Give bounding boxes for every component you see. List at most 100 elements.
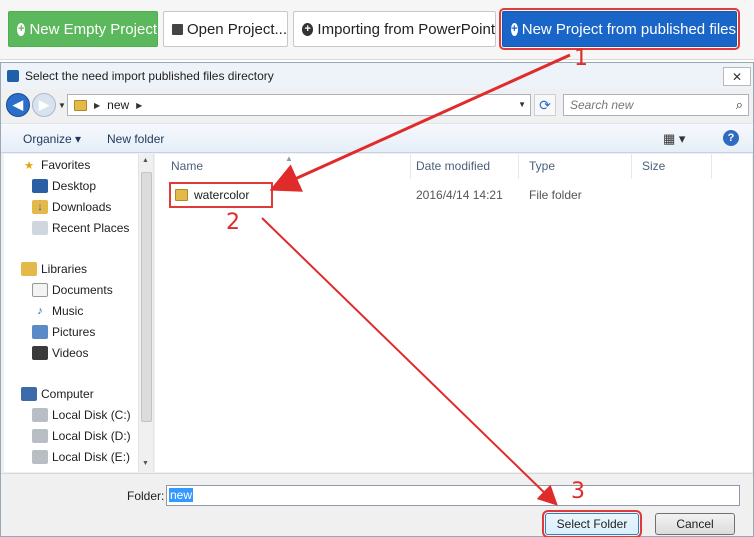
nav-favorites-label: Favorites xyxy=(41,158,91,172)
nav-favorites[interactable]: ★ Favorites xyxy=(21,155,90,175)
select-folder-button[interactable]: Select Folder xyxy=(542,510,642,537)
view-options-icon[interactable]: ▦ ▾ xyxy=(663,131,685,147)
plus-icon: + xyxy=(511,22,518,36)
new-folder-button[interactable]: New folder xyxy=(107,132,164,146)
nav-videos[interactable]: Videos xyxy=(32,343,88,363)
dialog-footer: Folder: new Select Folder Cancel xyxy=(1,473,753,537)
new-from-published-label: New Project from published files xyxy=(521,20,736,38)
nav-downloads-label: Downloads xyxy=(52,200,112,214)
file-date: 2016/4/14 14:21 xyxy=(416,188,503,202)
top-toolbar: + New Empty Project Open Project... + Im… xyxy=(0,0,754,60)
annotation-3: 3 xyxy=(571,479,585,504)
close-button[interactable]: ✕ xyxy=(723,67,751,86)
disk-icon xyxy=(32,408,48,422)
file-list: ▲ Name Date modified Type Size watercolo… xyxy=(155,154,752,472)
music-icon: ♪ xyxy=(37,305,43,317)
nav-music[interactable]: ♪ Music xyxy=(32,301,83,321)
nav-pictures[interactable]: Pictures xyxy=(32,322,95,342)
pictures-icon xyxy=(32,325,48,339)
annotation-1: 1 xyxy=(574,46,588,71)
chevron-right-icon[interactable]: ▶ xyxy=(136,101,142,110)
chevron-right-icon[interactable]: ▶ xyxy=(94,101,100,110)
select-folder-dialog: Select the need import published files d… xyxy=(0,62,754,537)
navigation-pane: ★ Favorites Desktop ↓ Downloads Recent P… xyxy=(4,154,154,472)
file-name-cell[interactable]: watercolor xyxy=(169,182,273,208)
back-button[interactable]: ◀ xyxy=(6,93,30,117)
videos-icon xyxy=(32,346,48,360)
search-input[interactable]: Search new ⌕ xyxy=(563,94,749,116)
dialog-titlebar: Select the need import published files d… xyxy=(1,63,753,89)
nav-videos-label: Videos xyxy=(52,346,89,360)
nav-music-label: Music xyxy=(52,304,84,318)
organize-label: Organize xyxy=(23,132,72,146)
forward-button[interactable]: ▶ xyxy=(32,93,56,117)
nav-disk-e-label: Local Disk (E:) xyxy=(52,450,131,464)
back-arrow-icon: ◀ xyxy=(13,97,23,112)
breadcrumb-new[interactable]: new xyxy=(107,98,129,112)
refresh-button[interactable]: ⟳ xyxy=(534,94,556,116)
column-date-modified[interactable]: Date modified xyxy=(406,154,519,179)
help-icon[interactable]: ? xyxy=(723,130,739,146)
open-project-button[interactable]: Open Project... xyxy=(163,11,288,47)
recent-places-icon xyxy=(32,221,48,235)
column-type[interactable]: Type xyxy=(519,154,632,179)
forward-arrow-icon: ▶ xyxy=(39,97,49,112)
column-size[interactable]: Size xyxy=(632,154,712,179)
nav-disk-e[interactable]: Local Disk (E:) xyxy=(32,447,130,467)
close-icon: ✕ xyxy=(731,69,743,84)
new-empty-project-button[interactable]: + New Empty Project xyxy=(8,11,158,47)
address-dropdown-icon[interactable]: ▼ xyxy=(518,100,526,109)
nav-recent-label: Recent Places xyxy=(52,221,130,235)
import-powerpoint-button[interactable]: + Importing from PowerPoint xyxy=(293,11,496,47)
search-icon: ⌕ xyxy=(735,97,743,112)
table-row[interactable]: watercolor 2016/4/14 14:21 File folder xyxy=(155,182,745,208)
dialog-title: Select the need import published files d… xyxy=(25,69,274,83)
nav-disk-d-label: Local Disk (D:) xyxy=(52,429,131,443)
computer-icon xyxy=(21,387,37,401)
scroll-down-icon[interactable]: ▼ xyxy=(142,460,149,467)
new-from-published-button[interactable]: + New Project from published files xyxy=(499,8,740,50)
address-row: ◀ ▶ ▼ ▶ new ▶ ▼ ⟳ Search new ⌕ xyxy=(1,92,753,118)
plus-icon: + xyxy=(302,22,314,36)
folder-input-value: new xyxy=(169,488,194,502)
desktop-icon xyxy=(32,179,48,193)
disk-icon xyxy=(32,450,48,464)
disk-icon xyxy=(32,429,48,443)
star-icon: ★ xyxy=(24,159,34,172)
nav-desktop-label: Desktop xyxy=(52,179,97,193)
nav-downloads[interactable]: ↓ Downloads xyxy=(32,197,111,217)
scroll-thumb[interactable] xyxy=(141,172,152,422)
plus-icon: + xyxy=(17,22,26,36)
search-placeholder: Search new xyxy=(570,98,634,112)
folder-label: Folder: xyxy=(127,489,165,503)
command-bar: Organize ▾ New folder ▦ ▾ ? xyxy=(1,123,753,153)
history-dropdown-icon[interactable]: ▼ xyxy=(58,101,66,110)
nav-disk-c-label: Local Disk (C:) xyxy=(52,408,131,422)
nav-computer[interactable]: Computer xyxy=(21,384,94,404)
folder-input[interactable]: new xyxy=(166,485,740,506)
nav-disk-c[interactable]: Local Disk (C:) xyxy=(32,405,131,425)
nav-scrollbar[interactable]: ▲ ▼ xyxy=(138,154,153,472)
downloads-icon: ↓ xyxy=(32,200,48,214)
nav-disk-d[interactable]: Local Disk (D:) xyxy=(32,426,131,446)
cancel-button[interactable]: Cancel xyxy=(655,513,735,535)
folder-icon xyxy=(175,189,188,201)
address-bar[interactable]: ▶ new ▶ ▼ xyxy=(67,94,531,116)
folder-icon xyxy=(74,99,87,111)
nav-documents-label: Documents xyxy=(52,283,113,297)
documents-icon xyxy=(32,283,48,297)
scroll-up-icon[interactable]: ▲ xyxy=(142,157,149,164)
libraries-icon xyxy=(21,262,37,276)
import-powerpoint-label: Importing from PowerPoint xyxy=(317,20,495,38)
nav-recent[interactable]: Recent Places xyxy=(32,218,129,238)
nav-libraries[interactable]: Libraries xyxy=(21,259,87,279)
column-name[interactable]: Name xyxy=(161,154,411,179)
nav-desktop[interactable]: Desktop xyxy=(32,176,96,196)
nav-documents[interactable]: Documents xyxy=(32,280,113,300)
app-icon xyxy=(7,70,19,82)
refresh-icon: ⟳ xyxy=(539,96,551,113)
nav-libraries-label: Libraries xyxy=(41,262,88,276)
nav-computer-label: Computer xyxy=(41,387,94,401)
nav-pictures-label: Pictures xyxy=(52,325,96,339)
organize-button[interactable]: Organize ▾ xyxy=(23,132,81,146)
